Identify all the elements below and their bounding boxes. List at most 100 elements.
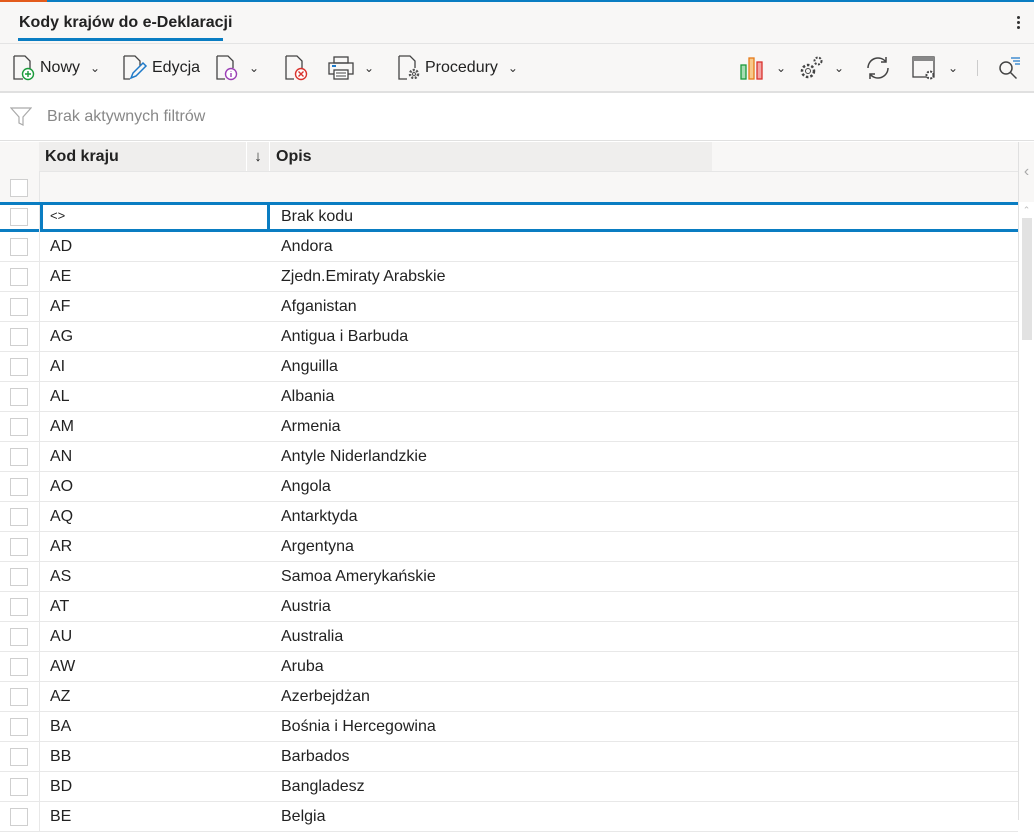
view-settings-button[interactable]: ⌄ <box>912 44 958 91</box>
row-checkbox[interactable] <box>10 478 28 496</box>
table-row[interactable]: AQ Antarktyda <box>0 502 1018 532</box>
edit-button[interactable]: Edycja <box>122 44 200 91</box>
procedures-button[interactable]: Procedury ⌄ <box>397 44 518 91</box>
filter-icon[interactable] <box>10 106 32 128</box>
cell-code: BD <box>50 778 73 795</box>
row-checkbox[interactable] <box>10 538 28 556</box>
cell-desc: Barbados <box>281 748 350 765</box>
row-checkbox[interactable] <box>10 358 28 376</box>
row-checkbox[interactable] <box>10 448 28 466</box>
column-divider <box>39 742 40 772</box>
document-info-icon <box>216 54 238 80</box>
vertical-scrollbar[interactable]: ⌃ <box>1018 202 1034 820</box>
refresh-button[interactable] <box>865 44 891 91</box>
table-row[interactable]: AG Antigua i Barbuda <box>0 322 1018 352</box>
cell-code: AZ <box>50 688 71 705</box>
cell-code: AN <box>50 448 73 465</box>
print-button[interactable]: ⌄ <box>328 44 374 91</box>
table-row[interactable]: AR Argentyna <box>0 532 1018 562</box>
column-divider <box>39 322 40 352</box>
row-checkbox[interactable] <box>10 658 28 676</box>
delete-button[interactable] <box>284 44 310 91</box>
cell-code: AF <box>50 298 71 315</box>
more-options-icon[interactable] <box>1014 14 1022 31</box>
toolbar-divider <box>977 60 978 76</box>
info-button[interactable]: ⌄ <box>215 44 259 91</box>
cell-desc: Bośnia i Hercegowina <box>281 718 436 735</box>
column-header-desc[interactable]: Opis <box>270 142 712 171</box>
cell-desc: Azerbejdżan <box>281 688 370 705</box>
cell-code: AR <box>50 538 73 555</box>
table-row[interactable]: BA Bośnia i Hercegowina <box>0 712 1018 742</box>
row-checkbox[interactable] <box>10 628 28 646</box>
table-row[interactable]: AM Armenia <box>0 412 1018 442</box>
table-row[interactable]: <> Brak kodu <box>0 202 1018 235</box>
column-divider <box>39 652 40 682</box>
row-checkbox[interactable] <box>10 388 28 406</box>
table-row[interactable]: AN Antyle Niderlandzkie <box>0 442 1018 472</box>
row-checkbox[interactable] <box>10 238 28 256</box>
row-checkbox[interactable] <box>10 778 28 796</box>
search-filter-button[interactable] <box>996 44 1022 91</box>
row-checkbox[interactable] <box>10 268 28 286</box>
chevron-down-icon[interactable]: ⌄ <box>364 61 374 75</box>
column-divider <box>39 502 40 532</box>
row-checkbox[interactable] <box>10 598 28 616</box>
table-row[interactable]: AI Anguilla <box>0 352 1018 382</box>
row-checkbox[interactable] <box>10 418 28 436</box>
row-checkbox[interactable] <box>10 328 28 346</box>
cell-desc: Antyle Niderlandzkie <box>281 448 427 465</box>
row-checkbox[interactable] <box>10 208 28 226</box>
row-checkbox[interactable] <box>10 688 28 706</box>
table-row[interactable]: BD Bangladesz <box>0 772 1018 802</box>
cell-desc: Bangladesz <box>281 778 365 795</box>
chevron-down-icon[interactable]: ⌄ <box>776 61 786 75</box>
row-checkbox[interactable] <box>10 568 28 586</box>
settings-button[interactable]: ⌄ <box>798 44 844 91</box>
chevron-down-icon[interactable]: ⌄ <box>948 61 958 75</box>
sort-descending-icon[interactable]: ↓ <box>246 142 270 171</box>
edit-button-label: Edycja <box>152 58 201 76</box>
scroll-up-icon[interactable]: ⌃ <box>1019 202 1034 218</box>
toolbar: Nowy ⌄ Edycja ⌄ ⌄ Procedury ⌄ ⌄ ⌄ ⌄ <box>0 44 1034 93</box>
chart-button[interactable]: ⌄ <box>740 44 786 91</box>
table-row[interactable]: AL Albania <box>0 382 1018 412</box>
cell-code: AO <box>50 478 74 495</box>
column-divider <box>39 292 40 322</box>
table-row[interactable]: AD Andora <box>0 232 1018 262</box>
cell-desc: Zjedn.Emiraty Arabskie <box>281 268 446 285</box>
cell-desc: Aruba <box>281 658 324 675</box>
table-row[interactable]: BE Belgia <box>0 802 1018 832</box>
row-checkbox[interactable] <box>10 808 28 826</box>
chevron-down-icon[interactable]: ⌄ <box>90 61 100 75</box>
column-filter-row[interactable] <box>39 171 1018 202</box>
cell-code: AW <box>50 658 76 675</box>
column-divider <box>39 712 40 742</box>
column-header-code[interactable]: Kod kraju <box>39 142 246 171</box>
table-row[interactable]: AW Aruba <box>0 652 1018 682</box>
table-row[interactable]: AU Australia <box>0 622 1018 652</box>
chevron-down-icon[interactable]: ⌄ <box>508 61 518 75</box>
collapse-panel-icon[interactable]: ‹ <box>1018 142 1034 202</box>
new-button[interactable]: Nowy ⌄ <box>12 44 100 91</box>
row-checkbox[interactable] <box>10 298 28 316</box>
table-row[interactable]: AF Afganistan <box>0 292 1018 322</box>
row-checkbox[interactable] <box>10 748 28 766</box>
table-row[interactable]: AO Angola <box>0 472 1018 502</box>
chevron-down-icon[interactable]: ⌄ <box>249 61 259 75</box>
table-row[interactable]: AZ Azerbejdżan <box>0 682 1018 712</box>
cell-desc: Belgia <box>281 808 326 825</box>
cell-desc: Afganistan <box>281 298 357 315</box>
row-checkbox[interactable] <box>10 508 28 526</box>
column-divider <box>39 232 40 262</box>
procedures-button-label: Procedury <box>425 58 498 76</box>
scrollbar-thumb[interactable] <box>1022 218 1032 340</box>
table-row[interactable]: BB Barbados <box>0 742 1018 772</box>
table-row[interactable]: AE Zjedn.Emiraty Arabskie <box>0 262 1018 292</box>
tab-kody-krajow[interactable]: Kody krajów do e-Deklaracji <box>19 14 232 32</box>
row-checkbox[interactable] <box>10 718 28 736</box>
chevron-down-icon[interactable]: ⌄ <box>834 61 844 75</box>
select-all-checkbox[interactable] <box>10 179 28 197</box>
table-row[interactable]: AT Austria <box>0 592 1018 622</box>
table-row[interactable]: AS Samoa Amerykańskie <box>0 562 1018 592</box>
